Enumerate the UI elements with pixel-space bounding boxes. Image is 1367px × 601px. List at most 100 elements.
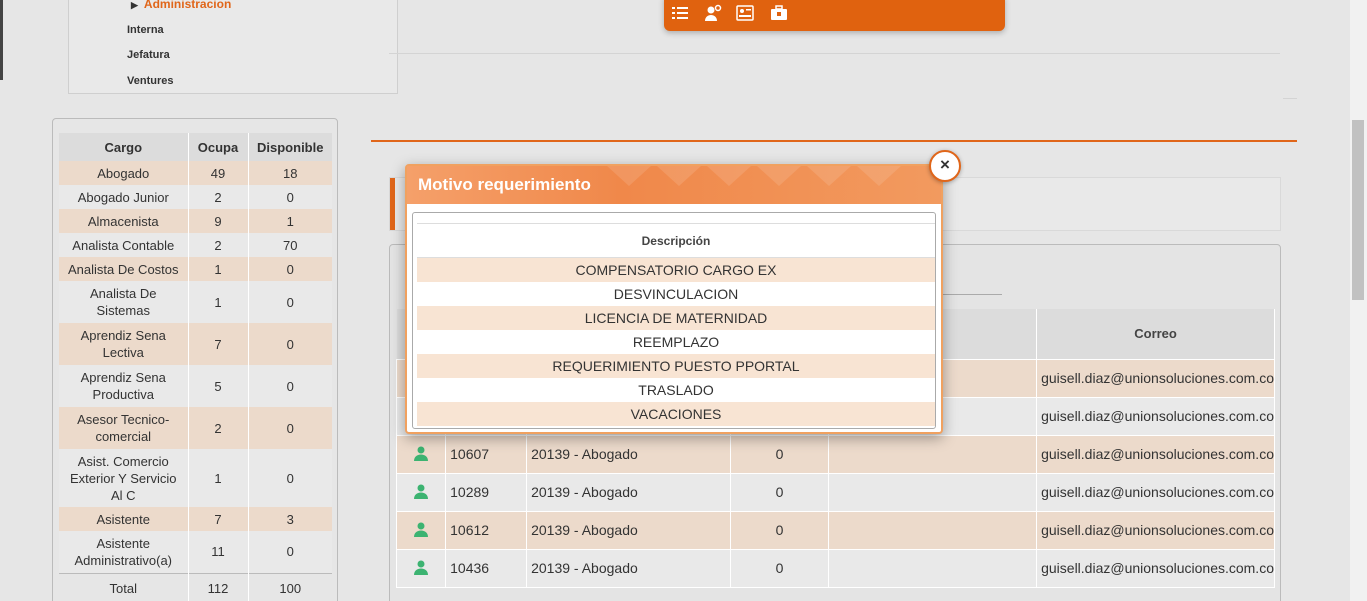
motivo-option[interactable]: COMPENSATORIO CARGO EX xyxy=(417,257,935,282)
nombre-cell xyxy=(827,434,1038,474)
nombre-cell xyxy=(827,510,1038,550)
user-icon[interactable] xyxy=(413,445,429,461)
column-header-correo[interactable]: Correo xyxy=(1036,309,1275,359)
motivo-option[interactable]: TRASLADO xyxy=(417,377,935,402)
cargo-cell-ocupa: 5 xyxy=(188,365,249,407)
user-icon[interactable] xyxy=(413,559,429,575)
motivo-option-label: TRASLADO xyxy=(417,377,935,402)
motivo-option-label: VACACIONES xyxy=(417,401,935,426)
modal-title: Motivo requerimiento xyxy=(418,175,591,194)
close-icon: × xyxy=(940,155,950,174)
valor-cell: 0 xyxy=(730,434,829,474)
motivo-option-label: COMPENSATORIO CARGO EX xyxy=(417,257,935,282)
motivo-option-label: LICENCIA DE MATERNIDAD xyxy=(417,305,935,330)
cargo-row[interactable]: Aprendiz Sena Productiva 5 0 xyxy=(59,365,332,407)
section-divider xyxy=(371,140,1297,142)
cargo-row[interactable]: Asist. Comercio Exterior Y Servicio Al C… xyxy=(59,449,332,507)
cargo-cell-cargo: Analista De Sistemas xyxy=(59,281,189,323)
page-scrollbar[interactable] xyxy=(1350,0,1367,601)
motivo-option[interactable]: REQUERIMIENTO PUESTO PPORTAL xyxy=(417,353,935,378)
cargo-cell-cargo: Abogado xyxy=(59,161,189,185)
total-disponible: 100 xyxy=(248,572,332,601)
list-icon[interactable] xyxy=(671,4,689,22)
email-cell: guisell.diaz@unionsoluciones.com.co xyxy=(1036,548,1275,588)
id-cell: 10612 xyxy=(445,510,528,550)
cargo-cell-disponible: 70 xyxy=(248,233,332,257)
cargo-cell-cargo: Asesor Tecnico-comercial xyxy=(59,407,189,449)
column-header-disponible[interactable]: Disponible xyxy=(248,133,332,161)
briefcase-icon[interactable] xyxy=(770,4,788,22)
motivo-table: Descripción COMPENSATORIO CARGO EX DESVIN… xyxy=(417,223,935,426)
divider xyxy=(1283,98,1297,99)
valor-cell: 0 xyxy=(730,548,829,588)
cargo-cell: 20139 - Abogado xyxy=(526,548,732,588)
cargo-cell-cargo: Asist. Comercio Exterior Y Servicio Al C xyxy=(59,449,189,507)
column-header-cargo[interactable]: Cargo xyxy=(59,133,189,161)
email-cell: guisell.diaz@unionsoluciones.com.co xyxy=(1036,358,1275,398)
cargo-row[interactable]: Asistente Administrativo(a) 11 0 xyxy=(59,531,332,573)
tree-item-administracion[interactable]: ▶ Administracion xyxy=(131,0,231,11)
cargo-cell-disponible: 0 xyxy=(248,281,332,323)
tree-item-jefatura[interactable]: Jefatura xyxy=(127,49,170,61)
action-cell xyxy=(395,472,447,512)
cargo-cell-ocupa: 7 xyxy=(188,323,249,365)
cargo-row[interactable]: Asistente 7 3 xyxy=(59,507,332,531)
cargo-row[interactable]: Analista De Sistemas 1 0 xyxy=(59,281,332,323)
user-icon[interactable] xyxy=(413,521,429,537)
window-edge xyxy=(0,0,3,80)
cargo-cell-cargo: Abogado Junior xyxy=(59,185,189,209)
motivo-option-label: REQUERIMIENTO PUESTO PPORTAL xyxy=(417,353,935,378)
cargo-cell-cargo: Asistente xyxy=(59,507,189,531)
cargo-cell-disponible: 0 xyxy=(248,407,332,449)
column-header-ocupa[interactable]: Ocupa xyxy=(188,133,249,161)
id-cell: 10289 xyxy=(445,472,528,512)
close-modal-button[interactable]: × xyxy=(929,150,961,182)
cargo-row[interactable]: Almacenista 9 1 xyxy=(59,209,332,233)
user-icon[interactable] xyxy=(413,483,429,499)
id-cell: 10607 xyxy=(445,434,528,474)
table-row[interactable]: 10289 20139 - Abogado 0 guisell.diaz@unions… xyxy=(395,472,1275,512)
cargo-cell-cargo: Aprendiz Sena Lectiva xyxy=(59,323,189,365)
cargo-cell-disponible: 0 xyxy=(248,365,332,407)
tree-item-interna[interactable]: Interna xyxy=(127,24,164,36)
column-header-descripcion[interactable]: Descripción xyxy=(417,223,935,258)
scrollbar-thumb[interactable] xyxy=(1352,120,1364,300)
table-row[interactable]: 10612 20139 - Abogado 0 guisell.diaz@unions… xyxy=(395,510,1275,550)
id-card-icon[interactable] xyxy=(736,4,754,22)
action-toolbar xyxy=(664,0,1005,31)
cargo-row[interactable]: Abogado 49 18 xyxy=(59,161,332,185)
cargo-cell-cargo: Analista Contable xyxy=(59,233,189,257)
cargo-cell-disponible: 0 xyxy=(248,531,332,573)
motivo-option[interactable]: LICENCIA DE MATERNIDAD xyxy=(417,305,935,330)
email-cell: guisell.diaz@unionsoluciones.com.co xyxy=(1036,434,1275,474)
cargo-cell-ocupa: 2 xyxy=(188,407,249,449)
motivo-option[interactable]: VACACIONES xyxy=(417,401,935,426)
modal-body: Descripción COMPENSATORIO CARGO EX DESVIN… xyxy=(412,212,936,429)
table-row[interactable]: 10436 20139 - Abogado 0 guisell.diaz@unions… xyxy=(395,548,1275,588)
action-cell xyxy=(395,548,447,588)
cargo-row[interactable]: Analista Contable 2 70 xyxy=(59,233,332,257)
tree-item-ventures[interactable]: Ventures xyxy=(127,75,173,87)
cargo-cell: 20139 - Abogado xyxy=(526,434,732,474)
tree-item-label: Administracion xyxy=(143,0,232,11)
nombre-cell xyxy=(827,472,1038,512)
cargo-row[interactable]: Aprendiz Sena Lectiva 7 0 xyxy=(59,323,332,365)
nombre-cell xyxy=(827,548,1038,588)
cargo-row[interactable]: Abogado Junior 2 0 xyxy=(59,185,332,209)
tree-panel: ▶ Administracion Interna Jefatura Venture… xyxy=(68,0,398,94)
motivo-option[interactable]: DESVINCULACION xyxy=(417,281,935,306)
cargo-summary-panel: Cargo Ocupa Disponible Abogado 49 18 Abogad… xyxy=(52,118,338,601)
cargo-cell-ocupa: 2 xyxy=(188,233,249,257)
table-row[interactable]: 10607 20139 - Abogado 0 guisell.diaz@unions… xyxy=(395,434,1275,474)
cargo-cell-disponible: 1 xyxy=(248,209,332,233)
valor-cell: 0 xyxy=(730,472,829,512)
user-settings-icon[interactable] xyxy=(704,4,722,22)
total-ocupa: 112 xyxy=(188,572,249,601)
motivo-option[interactable]: REEMPLAZO xyxy=(417,329,935,354)
email-cell: guisell.diaz@unionsoluciones.com.co xyxy=(1036,510,1275,550)
cargo-row[interactable]: Analista De Costos 1 0 xyxy=(59,257,332,281)
cargo-row[interactable]: Asesor Tecnico-comercial 2 0 xyxy=(59,407,332,449)
cargo-cell-disponible: 0 xyxy=(248,449,332,507)
cargo-table: Cargo Ocupa Disponible Abogado 49 18 Abogad… xyxy=(59,133,332,601)
caret-right-icon: ▶ xyxy=(131,0,138,10)
